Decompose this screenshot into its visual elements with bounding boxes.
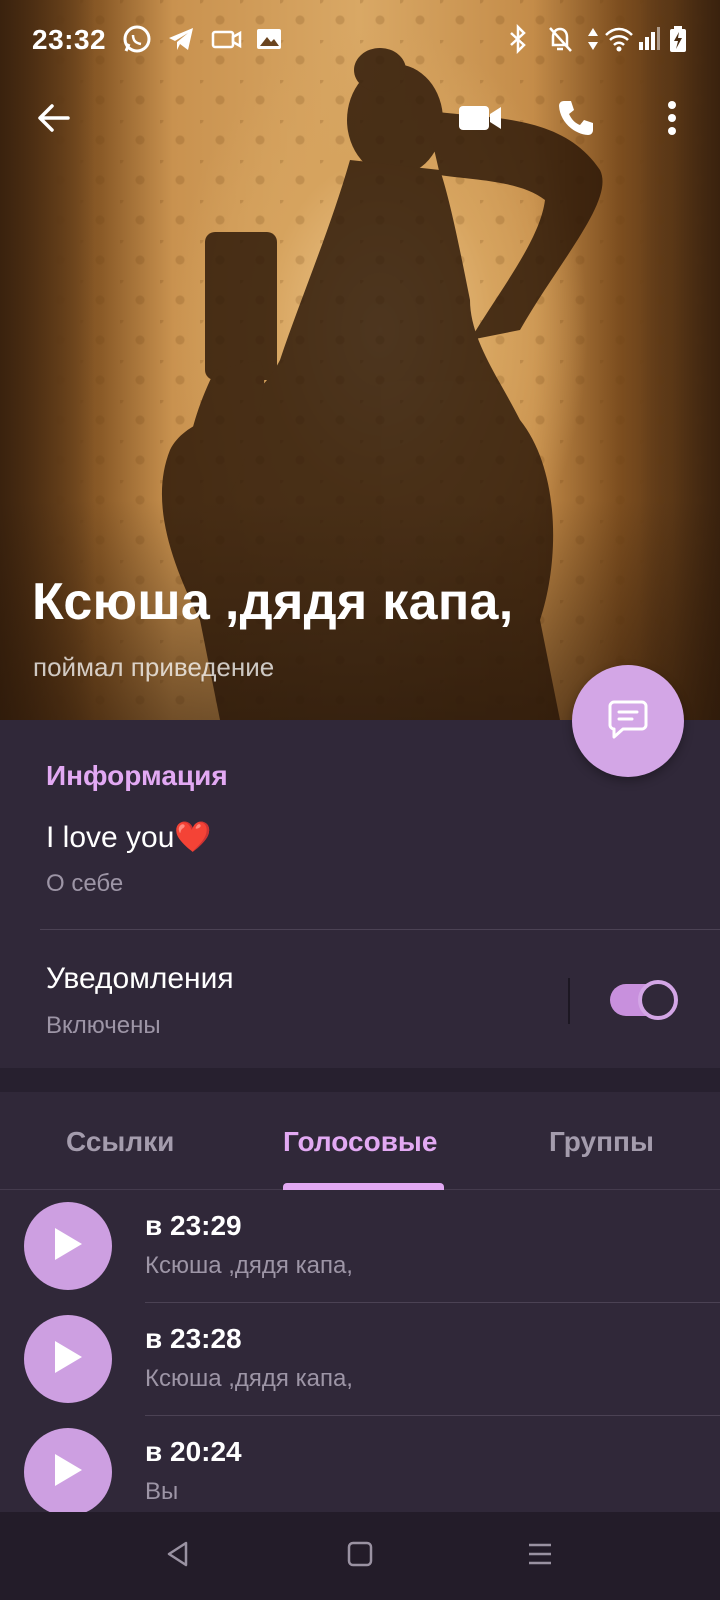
data-arrows-icon — [586, 24, 600, 59]
telegram-icon — [166, 24, 196, 59]
arrow-left-icon — [36, 100, 72, 141]
system-nav-bar — [0, 1512, 720, 1600]
play-button[interactable] — [24, 1202, 112, 1290]
bluetooth-icon — [506, 23, 530, 59]
tab-links[interactable]: Ссылки — [66, 1126, 174, 1158]
notifications-toggle[interactable] — [610, 980, 678, 1020]
play-button[interactable] — [24, 1315, 112, 1403]
whatsapp-icon — [122, 24, 152, 59]
play-icon — [51, 1451, 85, 1494]
list-item[interactable]: в 23:29 Ксюша ,дядя капа, — [0, 1190, 720, 1303]
back-button[interactable] — [26, 92, 82, 148]
call-button[interactable] — [548, 92, 604, 148]
bio-text: I love you — [46, 821, 175, 854]
mute-bell-icon — [546, 24, 574, 59]
nav-back-button[interactable] — [156, 1534, 200, 1578]
more-options-button[interactable] — [644, 92, 700, 148]
heart-emoji: ❤️ — [174, 821, 212, 854]
bio-row[interactable]: I love you❤️ — [46, 820, 212, 855]
square-home-icon — [346, 1540, 374, 1573]
signal-icon — [638, 24, 660, 59]
play-icon — [51, 1338, 85, 1381]
voice-sender: Вы — [145, 1478, 179, 1505]
battery-charging-icon — [668, 24, 688, 59]
toggle-knob — [638, 980, 678, 1020]
bio-label: О себе — [46, 870, 124, 897]
status-bar: 23:32 — [0, 0, 720, 80]
profile-status: поймал приведение — [33, 652, 275, 682]
phone-icon — [556, 98, 596, 143]
profile-name: Ксюша ,дядя капа, — [32, 573, 514, 631]
nav-home-button[interactable] — [338, 1534, 382, 1578]
voice-sender: Ксюша ,дядя капа, — [145, 1365, 353, 1392]
notifications-status: Включены — [46, 1012, 161, 1039]
status-time: 23:32 — [32, 24, 107, 55]
message-icon — [605, 696, 651, 747]
media-tabs: Ссылки Голосовые Группы — [0, 1092, 720, 1190]
notifications-label[interactable]: Уведомления — [46, 962, 234, 996]
list-item[interactable]: в 23:28 Ксюша ,дядя капа, — [0, 1303, 720, 1416]
message-button[interactable] — [572, 665, 684, 777]
tab-groups[interactable]: Группы — [549, 1126, 654, 1158]
info-title: Информация — [46, 760, 228, 791]
wifi-icon — [604, 24, 634, 59]
voice-time: в 23:29 — [145, 1210, 242, 1241]
more-vertical-icon — [666, 100, 678, 141]
play-icon — [51, 1225, 85, 1268]
section-gap — [0, 1068, 720, 1092]
tab-voice[interactable]: Голосовые — [283, 1126, 437, 1158]
nav-recents-button[interactable] — [518, 1534, 562, 1578]
voice-sender: Ксюша ,дядя капа, — [145, 1252, 353, 1279]
voice-time: в 23:28 — [145, 1323, 242, 1354]
tab-indicator — [283, 1183, 444, 1190]
video-camera-icon — [457, 102, 503, 139]
voice-time: в 20:24 — [145, 1436, 242, 1467]
video-call-button[interactable] — [452, 92, 508, 148]
voice-list: в 23:29 Ксюша ,дядя капа, в 23:28 Ксюша … — [0, 1190, 720, 1512]
vertical-divider — [568, 978, 570, 1024]
divider — [40, 929, 720, 930]
list-item[interactable]: в 20:24 Вы — [0, 1416, 720, 1512]
image-notification-icon — [254, 24, 284, 59]
play-button[interactable] — [24, 1428, 112, 1512]
video-recording-icon — [210, 24, 242, 59]
menu-lines-icon — [526, 1540, 554, 1573]
triangle-back-icon — [164, 1539, 192, 1574]
